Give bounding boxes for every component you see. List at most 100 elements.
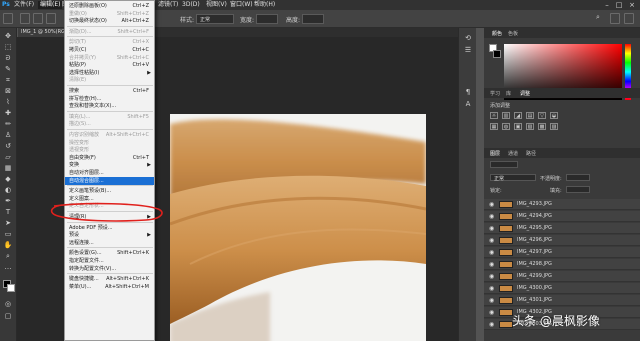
gradient-icon[interactable]: ▦ [3,164,13,172]
adjustment-icon[interactable]: ◍ [502,123,510,130]
adjustment-icon[interactable]: ▣ [514,123,522,130]
layer-row[interactable]: ◉ IMG_4299.JPG [484,271,640,282]
height-input[interactable] [302,14,324,24]
blur-icon[interactable]: ◆ [3,175,13,183]
adjustment-icon[interactable]: ▥ [502,112,510,119]
adjustment-icon[interactable]: ▨ [550,123,558,130]
healing-brush-icon[interactable]: ✚ [3,109,13,117]
visibility-eye-icon[interactable]: ◉ [489,213,494,220]
tab-adjustments[interactable]: 调整 [520,90,530,97]
history-panel-icon[interactable]: ⟲ [463,34,473,42]
layer-row[interactable]: ◉ IMG_4295.JPG [484,223,640,234]
visibility-eye-icon[interactable]: ◉ [489,237,494,244]
quick-select-icon[interactable]: ✎ [3,65,13,73]
history-brush-icon[interactable]: ↺ [3,142,13,150]
menu-item[interactable]: 窗口(W) [230,1,253,9]
paragraph-panel-icon[interactable]: ¶ [463,88,473,96]
search-icon[interactable]: ⌕ [596,13,606,24]
hand-icon[interactable]: ✋ [3,241,13,249]
blend-mode-select[interactable]: 正常 [490,174,536,182]
close-icon[interactable]: × [627,1,637,9]
menu-item[interactable]: 视图(V) [206,1,227,9]
layer-row[interactable]: ◉ IMG_4298.JPG [484,259,640,270]
adjustment-icon[interactable]: ▽ [538,112,546,119]
more-tools-icon[interactable]: … [3,263,13,271]
fill-input[interactable] [566,186,590,193]
dodge-icon[interactable]: ◐ [3,186,13,194]
visibility-eye-icon[interactable]: ◉ [489,309,494,316]
visibility-eye-icon[interactable]: ◉ [489,201,494,208]
menu-item[interactable]: 3D(D) [182,1,200,9]
layer-row[interactable]: ◉ IMG_4293.JPG [484,199,640,210]
subtract-selection-icon[interactable] [46,13,56,24]
edit-menu-item[interactable]: 切换最终状态(O) Alt+Ctrl+Z [65,17,154,25]
tab-layers[interactable]: 图层 [490,150,500,157]
visibility-eye-icon[interactable]: ◉ [489,273,494,280]
eyedropper-icon[interactable]: ⌇ [3,98,13,106]
tab-channels[interactable]: 通道 [508,150,518,157]
character-panel-icon[interactable]: A [463,100,473,108]
adjustment-icon[interactable]: ◢ [514,112,522,119]
edit-menu-item[interactable]: 清理(R) ▶ [65,213,154,221]
pen-icon[interactable]: ✒ [3,197,13,205]
edit-menu-item[interactable]: 转换为配置文件(V)... [65,265,154,273]
stamp-icon[interactable]: ♙ [3,131,13,139]
app-logo[interactable]: Ps [2,1,10,9]
tab-color[interactable]: 颜色 [492,30,502,37]
new-selection-icon[interactable] [20,13,30,24]
edit-menu-item[interactable]: 清除(E) [65,76,154,84]
width-input[interactable] [256,14,278,24]
tab-learn[interactable]: 学习 [490,90,500,97]
crop-icon[interactable]: ⌗ [3,76,13,84]
move-tool-icon[interactable]: ✥ [3,32,13,40]
lasso-icon[interactable]: ᘐ [3,54,13,62]
layer-filter-select[interactable] [490,161,518,168]
edit-menu-item[interactable]: 远程连接... [65,239,154,247]
add-selection-icon[interactable] [33,13,43,24]
visibility-eye-icon[interactable]: ◉ [489,297,494,304]
properties-panel-icon[interactable]: ☰ [463,46,473,54]
path-select-icon[interactable]: ➤ [3,219,13,227]
adjustment-icon[interactable]: ☼ [490,112,498,119]
visibility-eye-icon[interactable]: ◉ [489,285,494,292]
quick-mask-icon[interactable]: ◎ [3,300,13,308]
menu-item[interactable]: 文件(F) [14,1,34,9]
screen-mode-icon[interactable]: ▢ [3,312,13,320]
background-color-swatch[interactable] [7,284,15,292]
workspace-icon[interactable] [610,13,620,24]
visibility-eye-icon[interactable]: ◉ [489,225,494,232]
zoom-icon[interactable]: ⌕ [3,252,13,260]
edit-menu-item[interactable]: 菜单(U)... Alt+Shift+Ctrl+M [65,283,154,291]
share-icon[interactable] [624,13,634,24]
edit-menu-item[interactable]: 定义自定形状... [65,202,154,210]
menu-item[interactable]: 滤镜(T) [158,1,178,9]
type-tool-icon[interactable]: T [3,208,13,216]
adjustment-icon[interactable]: ▧ [526,123,534,130]
panel-background-swatch[interactable] [493,50,501,58]
minimize-icon[interactable]: – [602,1,612,9]
layer-row[interactable]: ◉ IMG_4296.JPG [484,235,640,246]
edit-menu-item[interactable]: 描边(S)... [65,120,154,128]
document-canvas[interactable] [170,114,426,341]
opacity-input[interactable] [566,174,590,181]
marquee-tool-icon[interactable] [3,13,13,24]
adjustment-icon[interactable]: ▦ [490,123,498,130]
style-select[interactable]: 正常 [196,14,234,24]
marquee-icon[interactable]: ⬚ [3,43,13,51]
edit-menu-item[interactable]: 自动混合图层... [65,176,154,185]
edit-menu-item[interactable]: 渐隐(D)... Shift+Ctrl+F [65,28,154,36]
menu-item[interactable]: 帮助(H) [254,1,275,9]
adjustment-icon[interactable]: ▤ [526,112,534,119]
menu-item[interactable]: 编辑(E) [38,1,63,9]
tab-paths[interactable]: 路径 [526,150,536,157]
shape-icon[interactable]: ▭ [3,230,13,238]
adjustment-icon[interactable]: ◒ [550,112,558,119]
visibility-eye-icon[interactable]: ◉ [489,261,494,268]
document-tab[interactable]: IMG_1 @ 50%(RGB/8) [18,28,64,37]
eraser-icon[interactable]: ▱ [3,153,13,161]
visibility-eye-icon[interactable]: ◉ [489,249,494,256]
brush-icon[interactable]: ✏ [3,120,13,128]
layer-row[interactable]: ◉ IMG_4301.JPG [484,295,640,306]
maximize-icon[interactable]: □ [614,1,624,9]
edit-menu-item[interactable]: 查找和替换文本(X)... [65,102,154,110]
